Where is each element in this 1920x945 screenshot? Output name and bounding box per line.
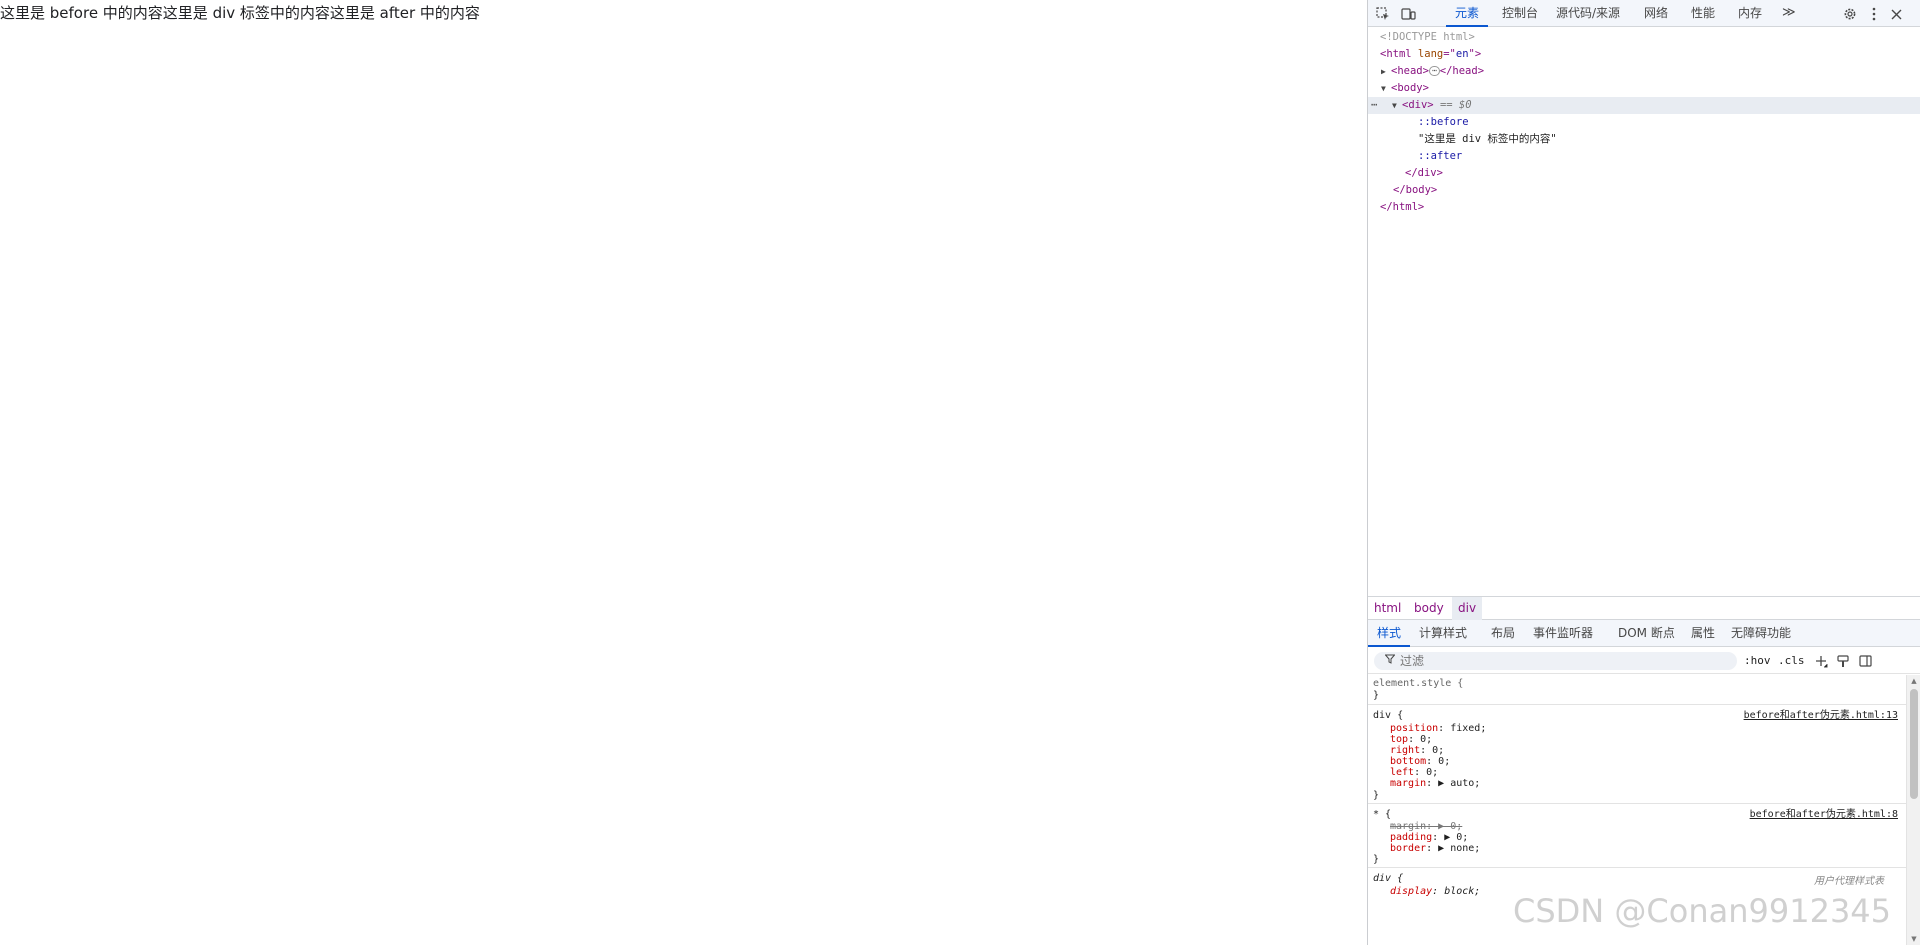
rule-div[interactable]: div { before和after伪元素.html:13 position: … bbox=[1368, 705, 1906, 804]
paint-brush-icon[interactable] bbox=[1834, 652, 1852, 670]
styles-scrollbar[interactable]: ▲ ▼ bbox=[1906, 675, 1920, 945]
tab-elements[interactable]: 元素 bbox=[1446, 0, 1489, 27]
breadcrumb-body[interactable]: body bbox=[1408, 597, 1450, 620]
filter-input[interactable] bbox=[1400, 652, 1720, 670]
collapse-triangle-icon[interactable]: ▼ bbox=[1381, 80, 1391, 97]
kebab-menu-icon[interactable] bbox=[1864, 4, 1884, 24]
rule-source-link[interactable]: before和after伪元素.html:13 bbox=[1744, 709, 1898, 723]
rule-user-agent-div[interactable]: div { 用户代理样式表 display: block; bbox=[1368, 868, 1906, 945]
dom-html-open[interactable]: <html lang="en"> bbox=[1368, 46, 1920, 63]
gear-icon[interactable] bbox=[1840, 4, 1860, 24]
page-content-text: 这里是 before 中的内容这里是 div 标签中的内容这里是 after 中… bbox=[0, 4, 480, 22]
subtab-computed[interactable]: 计算样式 bbox=[1414, 620, 1472, 647]
rule-element-style[interactable]: element.style { } bbox=[1368, 675, 1906, 705]
styles-pane: element.style { } div { before和after伪元素.… bbox=[1368, 675, 1906, 945]
close-icon[interactable] bbox=[1886, 4, 1906, 24]
subtab-dom-breakpoints[interactable]: DOM 断点 bbox=[1613, 620, 1680, 647]
filter-box[interactable] bbox=[1374, 652, 1737, 670]
dom-doctype[interactable]: <!DOCTYPE html> bbox=[1368, 29, 1920, 46]
collapse-triangle-icon[interactable]: ▼ bbox=[1392, 97, 1402, 114]
subtab-properties[interactable]: 属性 bbox=[1686, 620, 1720, 647]
subtab-styles[interactable]: 样式 bbox=[1368, 620, 1411, 647]
device-toggle-icon[interactable] bbox=[1398, 4, 1418, 24]
user-agent-stylesheet-label: 用户代理样式表 bbox=[1814, 876, 1884, 887]
cls-toggle[interactable]: .cls bbox=[1778, 652, 1805, 670]
tab-memory[interactable]: 内存 bbox=[1732, 0, 1768, 27]
breadcrumb-html[interactable]: html bbox=[1368, 597, 1407, 620]
new-rule-icon[interactable] bbox=[1812, 652, 1830, 670]
decl-display[interactable]: display: block; bbox=[1390, 885, 1480, 899]
devtools-tabbar: 元素 控制台 源代码/来源 网络 性能 内存 ≫ bbox=[1368, 0, 1920, 27]
selected-node-marker: == $0 bbox=[1439, 99, 1472, 111]
decl-border[interactable]: border: ▶ none; bbox=[1390, 842, 1480, 856]
tab-sources[interactable]: 源代码/来源 bbox=[1550, 0, 1626, 27]
scroll-up-arrow-icon[interactable]: ▲ bbox=[1907, 675, 1920, 687]
tab-console[interactable]: 控制台 bbox=[1496, 0, 1544, 27]
scroll-thumb[interactable] bbox=[1910, 689, 1918, 799]
more-tabs-icon[interactable]: ≫ bbox=[1778, 0, 1800, 27]
tab-network[interactable]: 网络 bbox=[1638, 0, 1674, 27]
dom-div-text-node[interactable]: "这里是 div 标签中的内容" bbox=[1368, 131, 1920, 148]
dom-div-close[interactable]: </div> bbox=[1368, 165, 1920, 182]
tab-performance[interactable]: 性能 bbox=[1685, 0, 1721, 27]
styles-filter-bar: :hov .cls bbox=[1368, 648, 1920, 674]
scroll-down-arrow-icon[interactable]: ▼ bbox=[1907, 933, 1920, 945]
inspect-icon[interactable] bbox=[1373, 4, 1393, 24]
dom-head[interactable]: ▶ <head> ⋯ </head> bbox=[1368, 63, 1920, 80]
page-viewport: 这里是 before 中的内容这里是 div 标签中的内容这里是 after 中… bbox=[0, 0, 1367, 945]
styles-subtabbar: 样式 计算样式 布局 事件监听器 DOM 断点 属性 无障碍功能 bbox=[1368, 620, 1920, 647]
rule-source-link[interactable]: before和after伪元素.html:8 bbox=[1750, 808, 1898, 822]
toggle-sidebar-icon[interactable] bbox=[1856, 652, 1874, 670]
subtab-accessibility[interactable]: 无障碍功能 bbox=[1726, 620, 1796, 647]
hov-toggle[interactable]: :hov bbox=[1744, 652, 1771, 670]
dom-div-selected[interactable]: ⋯ ▼ <div> == $0 bbox=[1368, 97, 1920, 114]
breadcrumb-div[interactable]: div bbox=[1452, 597, 1483, 620]
dom-before-pseudo[interactable]: ::before bbox=[1368, 114, 1920, 131]
filter-icon bbox=[1384, 654, 1396, 667]
dom-body-close[interactable]: </body> bbox=[1368, 182, 1920, 199]
subtab-event-listeners[interactable]: 事件监听器 bbox=[1528, 620, 1598, 647]
collapsed-ellipsis-icon[interactable]: ⋯ bbox=[1428, 66, 1440, 76]
row-more-icon[interactable]: ⋯ bbox=[1371, 97, 1377, 114]
subtab-layout[interactable]: 布局 bbox=[1486, 620, 1520, 647]
expand-triangle-icon[interactable]: ▶ bbox=[1381, 63, 1391, 80]
dom-after-pseudo[interactable]: ::after bbox=[1368, 148, 1920, 165]
dom-tree: <!DOCTYPE html> <html lang="en"> ▶ <head>… bbox=[1368, 28, 1920, 596]
dom-body-open[interactable]: ▼ <body> bbox=[1368, 80, 1920, 97]
breadcrumb: html body div bbox=[1368, 596, 1920, 620]
devtools-panel: 元素 控制台 源代码/来源 网络 性能 内存 ≫ <!DOCTYPE html>… bbox=[1367, 0, 1920, 945]
decl-margin[interactable]: margin: ▶ auto; bbox=[1390, 777, 1480, 791]
rule-universal[interactable]: * { before和after伪元素.html:8 margin: ▶ 0; … bbox=[1368, 804, 1906, 868]
dom-html-close[interactable]: </html> bbox=[1368, 199, 1920, 216]
